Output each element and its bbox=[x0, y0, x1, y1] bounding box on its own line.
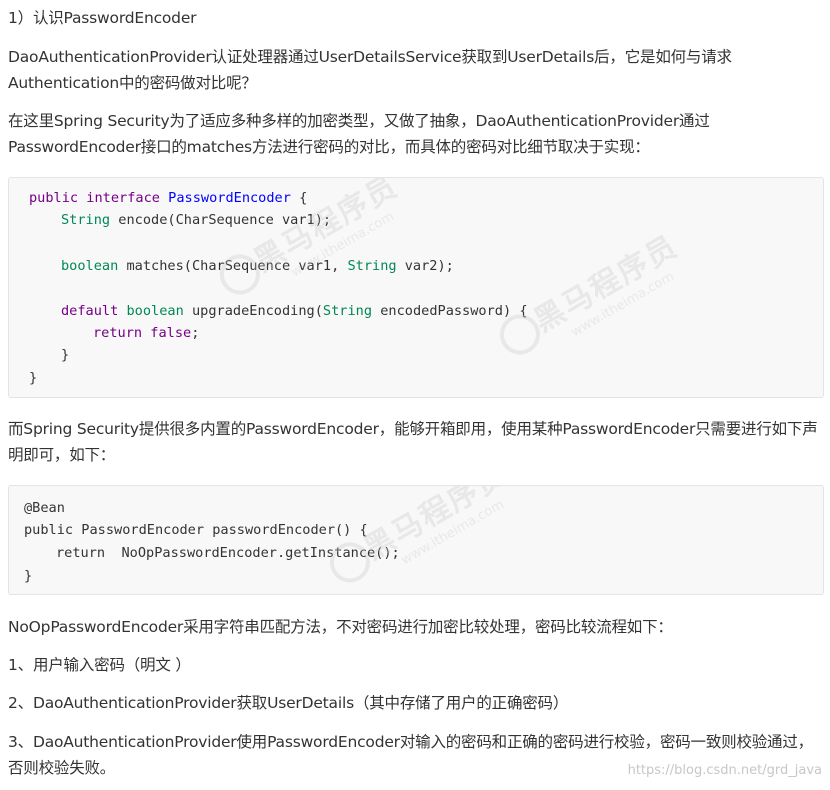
code-keyword: false bbox=[150, 325, 192, 341]
section-heading: 1）认识PasswordEncoder bbox=[8, 9, 197, 27]
bean-code-block: @Bean public PasswordEncoder passwordEnc… bbox=[8, 485, 824, 595]
code-text: encodedPassword) { bbox=[372, 303, 528, 319]
step-2: 2、DaoAuthenticationProvider获取UserDetails… bbox=[8, 694, 569, 712]
watermark: 黑马程序员 www.itheima.com bbox=[322, 486, 522, 590]
password-encoder-code-block: public interface PasswordEncoder { Strin… bbox=[8, 177, 824, 398]
code-keyword: interface bbox=[86, 190, 160, 206]
code-type: String bbox=[322, 303, 373, 319]
builtin-encoders-paragraph: 而Spring Security提供很多内置的PasswordEncoder，能… bbox=[8, 420, 818, 464]
code-line-3: boolean matches(CharSequence var1, Strin… bbox=[61, 255, 454, 277]
code-keyword: return bbox=[93, 325, 143, 341]
code-text: upgradeEncoding( bbox=[183, 303, 323, 319]
code-text: ; bbox=[191, 325, 200, 341]
code-line-6: } bbox=[61, 347, 70, 363]
code-text: var2); bbox=[396, 258, 454, 274]
code-type: String bbox=[61, 212, 111, 228]
code-line-5: return false; bbox=[93, 322, 199, 344]
code-line-2: public PasswordEncoder passwordEncoder()… bbox=[24, 522, 368, 538]
code-line-4: } bbox=[24, 568, 33, 584]
code-line-1: public interface PasswordEncoder { bbox=[29, 187, 307, 209]
code-line-7: } bbox=[29, 370, 38, 386]
noop-paragraph: NoOpPasswordEncoder采用字符串匹配方法，不对密码进行加密比较处… bbox=[8, 618, 673, 636]
intro-paragraph: DaoAuthenticationProvider认证处理器通过UserDeta… bbox=[8, 48, 732, 92]
code-type: boolean bbox=[126, 303, 184, 319]
code-keyword: public bbox=[29, 190, 79, 206]
abstraction-paragraph: 在这里Spring Security为了适应多种多样的加密类型，又做了抽象，Da… bbox=[8, 112, 710, 156]
code-line-1: @Bean bbox=[24, 500, 65, 516]
watermark: 黑马程序员 www.itheima.com bbox=[492, 222, 692, 362]
source-watermark-link: https://blog.csdn.net/grd_java bbox=[627, 763, 822, 778]
code-text: matches(CharSequence var1, bbox=[118, 258, 348, 274]
code-line-3: return NoOpPasswordEncoder.getInstance()… bbox=[56, 545, 400, 561]
step-1: 1、用户输入密码（明文 ） bbox=[8, 656, 191, 674]
code-type: String bbox=[347, 258, 397, 274]
code-interface-name: PasswordEncoder bbox=[168, 190, 291, 206]
code-keyword: default bbox=[61, 303, 119, 319]
code-line-2: String encode(CharSequence var1); bbox=[61, 209, 331, 231]
code-text: { bbox=[290, 190, 308, 206]
code-line-4: default boolean upgradeEncoding(String e… bbox=[61, 300, 528, 322]
code-text: encode(CharSequence var1); bbox=[110, 212, 332, 228]
code-type: boolean bbox=[61, 258, 119, 274]
